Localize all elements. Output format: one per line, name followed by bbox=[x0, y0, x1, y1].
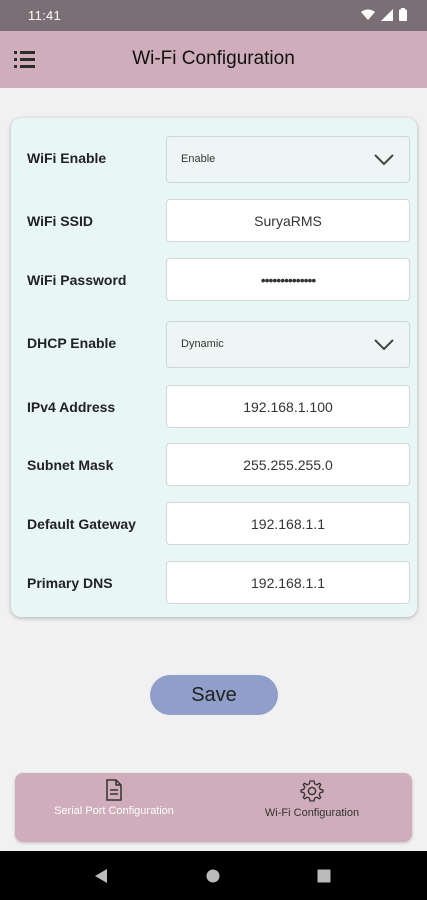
dhcp-enable-dropdown[interactable]: Dynamic bbox=[166, 321, 410, 368]
recents-icon[interactable] bbox=[317, 869, 331, 883]
subnet-mask-field[interactable]: 255.255.255.0 bbox=[166, 443, 410, 486]
wifi-ssid-field[interactable]: SuryaRMS bbox=[166, 199, 410, 242]
cell-signal-icon bbox=[381, 8, 393, 21]
primary-dns-label: Primary DNS bbox=[27, 575, 113, 591]
dhcp-enable-label: DHCP Enable bbox=[27, 335, 117, 351]
chevron-down-icon bbox=[374, 154, 394, 166]
gear-icon bbox=[300, 780, 324, 802]
app-bar: Wi-Fi Configuration bbox=[0, 31, 427, 88]
wifi-password-field[interactable]: •••••••••••••• bbox=[166, 258, 410, 301]
wifi-enable-dropdown[interactable]: Enable bbox=[166, 136, 410, 183]
nav-label-wifi-config: Wi-Fi Configuration bbox=[264, 807, 360, 819]
back-icon[interactable] bbox=[94, 868, 108, 884]
wifi-password-label: WiFi Password bbox=[27, 272, 127, 288]
status-time: 11:41 bbox=[28, 8, 62, 23]
wifi-enable-label: WiFi Enable bbox=[27, 150, 107, 166]
home-icon[interactable] bbox=[206, 869, 220, 883]
nav-item-wifi-config[interactable]: Wi-Fi Configuration bbox=[237, 779, 387, 820]
battery-icon bbox=[399, 8, 407, 21]
default-gateway-label: Default Gateway bbox=[27, 516, 136, 532]
page-title: Wi-Fi Configuration bbox=[132, 48, 295, 69]
primary-dns-field[interactable]: 192.168.1.1 bbox=[166, 561, 410, 604]
default-gateway-field[interactable]: 192.168.1.1 bbox=[166, 502, 410, 545]
ipv4-address-label: IPv4 Address bbox=[27, 399, 116, 415]
subnet-mask-label: Subnet Mask bbox=[27, 457, 114, 473]
chevron-down-icon bbox=[374, 339, 394, 351]
wifi-config-card: WiFi Enable Enable WiFi SSID SuryaRMS Wi… bbox=[11, 118, 417, 617]
bottom-nav: Serial Port Configuration Wi-Fi Configur… bbox=[15, 773, 412, 842]
nav-item-serial-port[interactable]: Serial Port Configuration bbox=[39, 779, 189, 818]
status-icons bbox=[361, 8, 407, 21]
status-bar: 11:41 bbox=[0, 0, 427, 31]
dhcp-enable-value: Dynamic bbox=[181, 338, 224, 350]
nav-label-serial-port: Serial Port Configuration bbox=[54, 805, 174, 817]
ipv4-address-field[interactable]: 192.168.1.100 bbox=[166, 385, 410, 428]
save-button[interactable]: Save bbox=[150, 675, 278, 715]
document-icon bbox=[106, 779, 122, 801]
wifi-enable-value: Enable bbox=[181, 153, 216, 165]
wifi-signal-icon bbox=[361, 9, 375, 20]
wifi-ssid-label: WiFi SSID bbox=[27, 213, 93, 229]
system-nav-bar bbox=[0, 851, 427, 900]
